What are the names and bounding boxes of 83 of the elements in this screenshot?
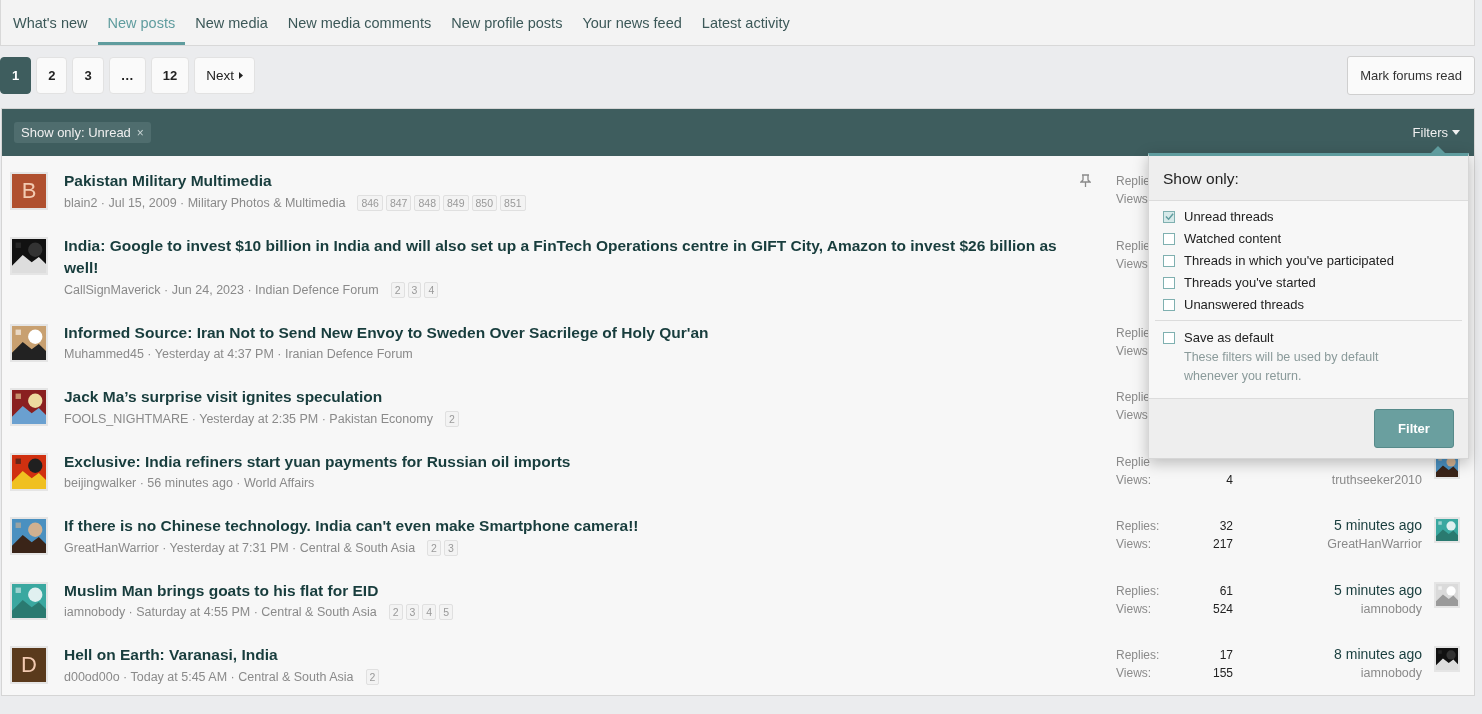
checkbox[interactable]: [1163, 298, 1175, 311]
filters-button[interactable]: Filters: [1412, 125, 1460, 140]
replies-label: Replie: [1116, 324, 1151, 341]
next-button[interactable]: Next: [194, 57, 255, 94]
thread-title[interactable]: Exclusive: India refiners start yuan payments for Russian oil imports: [64, 450, 1070, 473]
thread-meta: iamnobody · Saturday at 4:55 PM · Central & South Asia: [64, 604, 377, 621]
replies-label: Replies:: [1116, 518, 1160, 534]
save-default-option[interactable]: Save as default: [1163, 330, 1454, 345]
thread-title[interactable]: If there is no Chinese technology. India can't even make Smartphone camera!!: [64, 515, 1070, 538]
page-button[interactable]: 1: [0, 57, 32, 94]
thread-title[interactable]: Muslim Man brings goats to his flat for EID: [64, 579, 1070, 602]
filter-option[interactable]: Unanswered threads: [1163, 297, 1454, 312]
nav-tab[interactable]: New profile posts: [441, 0, 573, 45]
checkbox[interactable]: [1163, 331, 1175, 344]
caret-icon: [238, 72, 243, 79]
mark-forums-read-button[interactable]: Mark forums read: [1347, 56, 1475, 95]
avatar[interactable]: D: [10, 646, 48, 684]
views-label: Views:: [1116, 665, 1152, 681]
checkbox[interactable]: [1163, 232, 1175, 245]
replies-count: 17: [1218, 647, 1233, 663]
replies-label: Replies:: [1116, 647, 1160, 663]
replies-label: Replie: [1116, 237, 1151, 254]
views-count: 217: [1212, 536, 1233, 552]
thread-title[interactable]: India: Google to invest $10 billion in India and will also set up a FinTech Operations centre in GIFT City, Amazon to invest $26 billion as well!: [64, 234, 1070, 280]
nav-tab[interactable]: New media: [185, 0, 278, 45]
nav-tab[interactable]: New media comments: [277, 0, 442, 45]
nav-tab[interactable]: Latest activity: [691, 0, 800, 45]
filter-chip-label: Show only: Unread: [21, 125, 131, 140]
page-button[interactable]: 12: [150, 57, 190, 94]
check-icon: [1164, 212, 1174, 221]
last-post-time[interactable]: 5 minutes ago: [1334, 579, 1422, 600]
views-count: 4: [1226, 471, 1233, 488]
checkbox[interactable]: [1163, 210, 1175, 223]
option-label: Threads in which you've participated: [1184, 253, 1394, 268]
views-label: Views:: [1116, 471, 1152, 488]
views-label: Views: [1116, 342, 1148, 359]
thread-meta: CallSignMaverick · Jun 24, 2023 · Indian Defence Forum: [64, 281, 379, 299]
last-post-time[interactable]: 5 minutes ago: [1334, 515, 1422, 535]
thread-meta: blain2 · Jul 15, 2009 · Military Photos & Multimedia: [64, 194, 346, 212]
filter-option[interactable]: Watched content: [1163, 231, 1454, 246]
replies-count: 32: [1218, 518, 1233, 534]
page-button[interactable]: 3: [72, 57, 104, 94]
thread-title[interactable]: Hell on Earth: Varanasi, India: [64, 644, 1070, 667]
filter-chip[interactable]: Show only: Unread ×: [14, 122, 151, 143]
filter-option[interactable]: Threads in which you've participated: [1163, 253, 1454, 268]
option-hint: These filters will be used by default whenever you return.: [1184, 349, 1380, 385]
nav-tab[interactable]: Your news feed: [572, 0, 692, 45]
thread-meta: beijingwalker · 56 minutes ago · World Affairs: [64, 475, 315, 492]
filter-option[interactable]: Unread threads: [1163, 209, 1454, 224]
checkbox[interactable]: [1163, 254, 1175, 267]
caret-icon: [1452, 130, 1460, 135]
replies-label: Replie: [1116, 453, 1151, 470]
views-label: Views:: [1116, 600, 1152, 617]
option-label: Unread threads: [1184, 209, 1274, 224]
filter-option[interactable]: Threads you've started: [1163, 275, 1454, 290]
page-button[interactable]: …: [108, 57, 146, 94]
views-label: Views: [1116, 191, 1148, 207]
page-button[interactable]: 2: [36, 57, 68, 94]
thread-meta: FOOLS_NIGHTMARE · Yesterday at 2:35 PM · Pakistan Economy: [64, 410, 433, 428]
menu-title: Show only:: [1149, 156, 1468, 201]
thread-meta: Muhammed45 · Yesterday at 4:37 PM · Iranian Defence Forum: [64, 346, 413, 363]
option-label: Watched content: [1184, 231, 1282, 246]
replies-label: Replie: [1116, 173, 1151, 189]
remove-filter-icon[interactable]: ×: [136, 125, 144, 140]
nav-tab[interactable]: What's new: [3, 0, 98, 45]
last-post-time[interactable]: 8 minutes ago: [1334, 644, 1422, 664]
option-label: Unanswered threads: [1184, 297, 1304, 312]
checkbox[interactable]: [1163, 276, 1175, 289]
option-label: Save as default: [1184, 330, 1274, 345]
replies-count: 61: [1218, 582, 1233, 599]
thread-title[interactable]: Pakistan Military Multimedia: [64, 170, 1070, 193]
views-label: Views: [1116, 255, 1148, 272]
option-label: Threads you've started: [1184, 275, 1316, 290]
views-count: 524: [1212, 600, 1233, 617]
replies-label: Replie: [1116, 389, 1151, 405]
views-label: Views:: [1116, 536, 1152, 552]
views-count: 155: [1212, 665, 1233, 681]
replies-label: Replies:: [1116, 582, 1160, 599]
thread-meta: d00od00o · Today at 5:45 AM · Central & South Asia: [64, 668, 354, 686]
thread-title[interactable]: Jack Ma’s surprise visit ignites speculation: [64, 386, 1070, 409]
thread-meta: GreatHanWarrior · Yesterday at 7:31 PM · Central & South Asia: [64, 539, 416, 557]
views-label: Views: [1116, 407, 1148, 423]
thread-title[interactable]: Informed Source: Iran Not to Send New Envoy to Sweden Over Sacrilege of Holy Qur'an: [64, 321, 1070, 344]
